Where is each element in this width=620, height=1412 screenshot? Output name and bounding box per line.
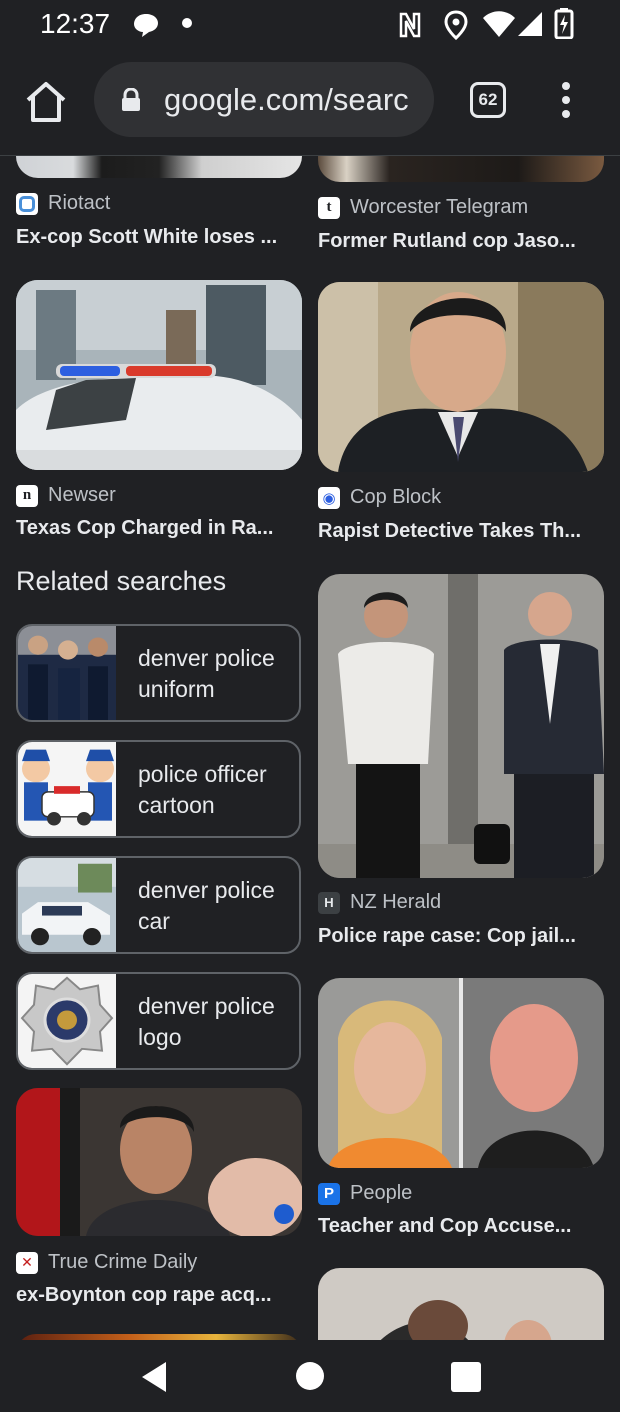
address-bar[interactable]: google.com/searc xyxy=(94,62,434,137)
result-title[interactable]: Former Rutland cop Jaso... xyxy=(318,230,588,253)
result-image[interactable] xyxy=(318,156,604,182)
notification-dot-icon xyxy=(182,18,192,28)
result-image[interactable] xyxy=(16,280,302,470)
related-search-chip[interactable]: denver police uniform xyxy=(16,624,301,722)
result-title[interactable]: Rapist Detective Takes Th... xyxy=(318,520,598,543)
signal-icon xyxy=(518,12,542,36)
result-image[interactable] xyxy=(318,1268,604,1340)
result-image[interactable] xyxy=(16,1088,302,1236)
police-car-thumbnail xyxy=(18,858,116,952)
related-search-label: police officer cartoon xyxy=(138,761,267,818)
result-source: P People xyxy=(318,1182,412,1205)
wifi-icon xyxy=(483,11,515,37)
result-image[interactable] xyxy=(318,574,604,878)
related-search-label: denver police car xyxy=(138,877,275,934)
result-source: Riotact xyxy=(16,192,110,215)
location-icon xyxy=(444,10,468,40)
newser-favicon-icon: n xyxy=(16,484,38,507)
more-icon[interactable] xyxy=(556,82,576,118)
home-circle-icon[interactable] xyxy=(296,1362,324,1390)
related-search-label: denver police logo xyxy=(138,993,275,1050)
result-source: t Worcester Telegram xyxy=(318,196,528,219)
police-logo-thumbnail xyxy=(18,974,116,1068)
result-title[interactable]: Police rape case: Cop jail... xyxy=(318,925,588,948)
home-icon[interactable] xyxy=(22,78,70,126)
result-source: ◉ Cop Block xyxy=(318,486,441,509)
riotact-favicon-icon xyxy=(16,192,38,215)
related-searches-heading: Related searches xyxy=(16,566,227,596)
courtroom-photo xyxy=(16,1088,302,1236)
result-source: H NZ Herald xyxy=(318,891,441,914)
chat-bubble-icon xyxy=(134,14,158,37)
nzherald-favicon-icon: H xyxy=(318,891,340,914)
two-men-walking-photo xyxy=(318,574,604,878)
result-source: n Newser xyxy=(16,484,116,507)
copblock-favicon-icon: ◉ xyxy=(318,486,340,509)
search-results[interactable]: Riotact Ex-cop Scott White loses ... t W… xyxy=(0,156,620,1340)
related-search-label: denver police uniform xyxy=(138,645,275,702)
result-title[interactable]: Texas Cop Charged in Ra... xyxy=(16,517,296,540)
man-in-suit-photo xyxy=(318,282,604,472)
lock-icon xyxy=(122,88,140,111)
recents-icon[interactable] xyxy=(451,1362,481,1392)
url-text[interactable]: google.com/searc xyxy=(164,82,429,118)
result-image[interactable] xyxy=(16,156,302,178)
people-favicon-icon: P xyxy=(318,1182,340,1205)
telegram-favicon-icon: t xyxy=(318,196,340,219)
related-search-chip[interactable]: police officer cartoon xyxy=(16,740,301,838)
back-icon[interactable] xyxy=(138,1360,170,1394)
browser-toolbar: google.com/searc 62 xyxy=(0,50,620,156)
result-title[interactable]: Teacher and Cop Accuse... xyxy=(318,1215,588,1238)
nfc-icon xyxy=(399,12,421,38)
result-source: ✕ True Crime Daily xyxy=(16,1251,197,1274)
mugshots-photo xyxy=(318,978,604,1168)
battery-icon xyxy=(554,8,574,39)
police-uniform-thumbnail xyxy=(18,626,116,720)
tabs-icon[interactable]: 62 xyxy=(470,82,506,118)
status-bar: 12:37 xyxy=(0,0,620,50)
related-search-chip[interactable]: denver police car xyxy=(16,856,301,954)
result-image[interactable] xyxy=(318,978,604,1168)
system-navigation-bar xyxy=(0,1340,620,1412)
police-car-photo xyxy=(16,280,302,470)
police-cartoon-thumbnail xyxy=(18,742,116,836)
result-image[interactable] xyxy=(318,282,604,472)
result-title[interactable]: ex-Boynton cop rape acq... xyxy=(16,1284,296,1307)
status-time: 12:37 xyxy=(40,8,111,39)
result-title[interactable]: Ex-cop Scott White loses ... xyxy=(16,226,296,249)
partial-result-photo xyxy=(318,1268,604,1340)
truecrimedaily-favicon-icon: ✕ xyxy=(16,1251,38,1274)
related-search-chip[interactable]: denver police logo xyxy=(16,972,301,1070)
